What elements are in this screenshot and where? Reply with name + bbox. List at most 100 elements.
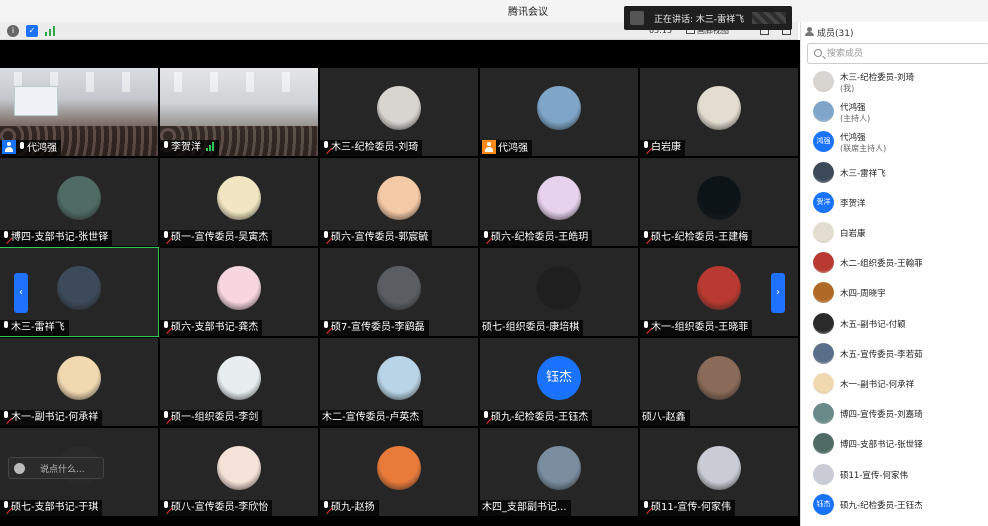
mic-muted-icon [482,411,490,421]
participant-avatar [217,356,261,400]
mic-icon [162,141,170,151]
projector-screen [14,86,58,116]
video-tile[interactable]: 硕八-赵鑫 [640,338,798,426]
member-item[interactable]: 木五-副书记-付颖 [811,312,987,338]
member-item[interactable]: 木三-纪检委员-刘琦 (我) [811,70,987,96]
participant-name: 白岩康 [651,142,681,153]
member-item[interactable]: 木一-副书记-何承祥 [811,372,987,398]
member-item[interactable]: 代鸿强 (主持人) [811,100,987,126]
participant-avatar [57,266,101,310]
info-icon[interactable]: i [7,25,19,37]
participant-avatar [217,266,261,310]
room-lights [160,72,318,92]
next-page-button[interactable]: › [771,273,785,313]
video-tile[interactable]: 硕六-支部书记-龚杰 [160,248,318,336]
participant-avatar [537,446,581,490]
member-item[interactable]: 贺洋 李贺洋 [811,191,987,217]
member-item[interactable]: 白岩康 [811,221,987,247]
video-tile[interactable]: 代鸿强 [480,68,638,156]
chat-input[interactable]: 说点什么... [8,457,104,479]
participant-name: 硕七-组织委员-康培棋 [482,322,580,333]
member-name: 博四-支部书记-张世铎 [840,440,923,451]
video-tile[interactable]: 硕七-组织委员-康培棋 [480,248,638,336]
participant-label: 硕七-纪检委员-王建梅 [640,230,753,246]
member-item[interactable]: 博四-支部书记-张世铎 [811,432,987,458]
participant-avatar [377,176,421,220]
member-item[interactable]: 硕11-宣传-何家伟 [811,463,987,489]
video-tile[interactable]: 代鸿强 [0,68,158,156]
host-icon [2,140,16,154]
members-count: 成员(31) [817,29,854,39]
mic-muted-icon [162,321,170,331]
participant-label: 硕八-宣传委员-李欣怡 [160,500,273,516]
participant-name: 硕11-宣传-何家伟 [651,502,731,513]
title-bar: 腾讯会议 [0,0,988,22]
emoji-icon[interactable] [14,463,25,474]
video-tile[interactable]: 木二-宣传委员-卢英杰 [320,338,478,426]
member-avatar [813,433,834,455]
participant-name: 木一-组织委员-王晓菲 [651,322,749,333]
member-item[interactable]: 木二-组织委员-王翰菲 [811,251,987,277]
participant-avatar [697,86,741,130]
participant-avatar [377,356,421,400]
member-item[interactable]: 木五-宣传委员-李若茹 [811,342,987,368]
member-name: 硕11-宣传-何家伟 [840,470,908,481]
member-search-input[interactable] [827,47,977,61]
member-name: 李贺洋 [840,198,866,209]
member-name: 木五-副书记-付颖 [840,319,906,330]
participant-name: 硕7-宣传委员-李鹞磊 [331,322,425,333]
signal-icon[interactable] [44,25,58,37]
prev-page-button[interactable]: ‹ [14,273,28,313]
video-tile[interactable]: 硕7-宣传委员-李鹞磊 [320,248,478,336]
video-tile[interactable]: 硕一-组织委员-李剑 [160,338,318,426]
member-search-box[interactable] [807,43,988,64]
participant-label: 硕七-支部书记-于琪 [0,500,103,516]
participant-label: 硕一-组织委员-李剑 [160,410,263,426]
participant-label: 硕六-宣传委员-郭宸毓 [320,230,433,246]
video-tile[interactable]: 博四-支部书记-张世铎 [0,158,158,246]
member-name: 木四-周晓宇 [840,289,886,300]
participant-avatar [697,446,741,490]
video-tile[interactable]: 钰杰 硕九-纪检委员-王钰杰 [480,338,638,426]
video-tile[interactable]: 硕11-宣传-何家伟 [640,428,798,516]
participant-avatar [697,176,741,220]
participant-name: 木一-副书记-何承祥 [11,412,99,423]
video-tile[interactable]: 硕八-宣传委员-李欣怡 [160,428,318,516]
video-tile[interactable]: 硕六-纪检委员-王皓玥 [480,158,638,246]
mic-muted-icon [322,321,330,331]
video-tile[interactable]: 木一-副书记-何承祥 [0,338,158,426]
member-item[interactable]: 博四-宣传委员-刘嘉琦 [811,402,987,428]
member-item[interactable]: 钰杰 硕九-纪检委员-王钰杰 [811,493,987,519]
video-tile[interactable]: 白岩康 [640,68,798,156]
member-avatar [813,222,834,243]
participant-label: 硕九-赵扬 [320,500,379,516]
video-tile[interactable]: 硕六-宣传委员-郭宸毓 [320,158,478,246]
shield-icon[interactable]: ✓ [26,25,38,37]
participant-label: 硕九-纪检委员-王钰杰 [480,410,593,426]
video-tile[interactable]: 李贺洋 [160,68,318,156]
member-avatar [813,373,834,394]
participant-avatar [377,266,421,310]
member-avatar [813,463,834,485]
member-avatar: 钰杰 [813,493,834,515]
video-tile[interactable]: 硕九-赵扬 [320,428,478,516]
video-tile[interactable]: 木四_支部副书记... [480,428,638,516]
participant-name: 硕九-赵扬 [331,502,375,513]
meeting-window: 腾讯会议 i ✓ 05:15 画廊视图 正在讲话: 木三-雷祥飞 代鸿强 李贺洋木… [0,0,988,526]
member-name: 木三-纪检委员-刘琦 [840,73,915,83]
participant-name: 硕八-赵鑫 [642,412,686,423]
participant-name: 硕一-组织委员-李剑 [171,412,259,423]
participant-label: 木四_支部副书记... [480,500,571,516]
member-item[interactable]: 鸿强 代鸿强 (联席主持人) [811,130,987,156]
member-name: 博四-宣传委员-刘嘉琦 [840,410,923,421]
members-header: 成员(31) [801,22,988,42]
participant-label: 代鸿强 [0,140,61,156]
member-name: 白岩康 [840,229,866,239]
video-tile[interactable]: 硕一-宣传委员-吴寅杰 [160,158,318,246]
video-tile[interactable]: 木三-纪检委员-刘琦 [320,68,478,156]
video-tile[interactable]: 硕七-纪检委员-王建梅 [640,158,798,246]
member-name: 木五-宣传委员-李若茹 [840,349,923,360]
member-item[interactable]: 木三-雷祥飞 [811,161,987,187]
member-item[interactable]: 木四-周晓宇 [811,281,987,307]
mic-muted-icon [642,231,650,241]
